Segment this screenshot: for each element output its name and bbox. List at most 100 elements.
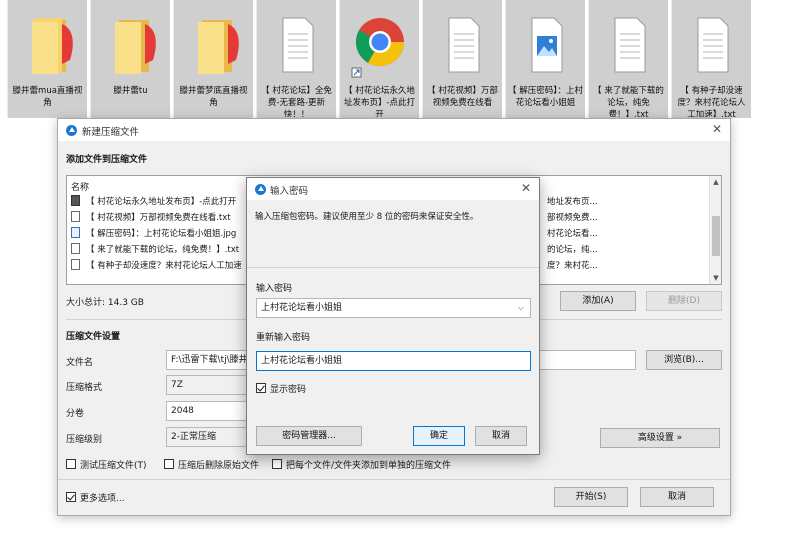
format-select[interactable]: 7Z — [166, 375, 248, 395]
desktop-icon-label: 【 村花论坛永久地址发布页】-点此打开 — [343, 86, 416, 117]
desktop-icon-chrome[interactable]: 【 村花论坛永久地址发布页】-点此打开 — [339, 0, 419, 118]
reenter-password-label: 重新输入密码 — [256, 333, 311, 343]
link-icon — [71, 195, 80, 206]
desktop-icon-label: 滕井蕾tu — [113, 86, 148, 96]
settings-title: 压缩文件设置 — [66, 332, 121, 342]
desktop-icon-label: 滕井蕾梦底直播视角 — [179, 86, 248, 108]
desktop-icon-text-2[interactable]: 【 村花视频】万部视频免费在线看 — [422, 0, 502, 118]
level-label: 压缩级别 — [66, 435, 103, 445]
delete-after-label: 压缩后删除原始文件 — [178, 461, 260, 471]
window-title: 新建压缩文件 — [82, 127, 140, 138]
ok-button[interactable]: 确定 — [413, 426, 465, 446]
desktop-icon-label: 【 有种子却没速度？来村花论坛人工加速】.txt — [677, 86, 746, 117]
list-item-overflow: 部视频免费... — [547, 213, 598, 223]
list-item-name: 【 村花视频】万部视频免费在线看.txt — [86, 213, 231, 223]
chevron-down-icon[interactable]: ⌵ — [518, 299, 524, 317]
dialog-title: 输入密码 — [270, 186, 309, 197]
list-item-overflow: 地址发布页... — [547, 197, 598, 207]
list-item-name: 【 有种子却没速度？来村花论坛人工加速 — [86, 261, 242, 271]
scroll-down-icon[interactable]: ▼ — [710, 272, 722, 284]
enter-password-label: 输入密码 — [256, 284, 293, 294]
text-file-icon — [282, 17, 313, 73]
desktop-icon-label: 滕井蕾mua直播视角 — [12, 86, 83, 108]
format-label: 压缩格式 — [66, 383, 103, 393]
close-icon[interactable]: ✕ — [712, 122, 722, 136]
list-scrollbar[interactable]: ▲ ▼ — [709, 176, 721, 284]
filename-label: 文件名 — [66, 358, 94, 368]
list-item[interactable]: 【 村花论坛永久地址发布页】-点此打开 — [71, 194, 236, 210]
text-file-icon — [697, 17, 728, 73]
total-size: 大小总计: 14.3 GB — [66, 298, 144, 308]
desktop-icon-text-4[interactable]: 【 有种子却没速度？来村花论坛人工加速】.txt — [671, 0, 751, 118]
scroll-up-icon[interactable]: ▲ — [710, 176, 722, 188]
txt-icon — [71, 211, 80, 222]
cancel-button[interactable]: 取消 — [640, 487, 714, 507]
start-button[interactable]: 开始(S) — [554, 487, 628, 507]
more-options-label: 更多选项... — [80, 494, 125, 504]
enter-password-value: 上村花论坛看小姐姐 — [261, 303, 343, 313]
desktop-icon-label: 【 解压密码】：上村花论坛看小姐姐 — [508, 86, 583, 108]
txt-icon — [71, 243, 80, 254]
desktop-icon-folder-3[interactable]: 滕井蕾梦底直播视角 — [173, 0, 253, 118]
folder-icon — [114, 20, 156, 74]
image-file-icon — [531, 17, 562, 73]
scroll-thumb[interactable] — [712, 216, 720, 256]
desktop-icon-label: 【 村花论坛】全免费-无套路-更新快！！ — [261, 86, 332, 117]
text-file-icon — [614, 17, 645, 73]
reenter-password-input[interactable]: 上村花论坛看小姐姐 — [256, 351, 531, 371]
folder-icon — [31, 18, 73, 74]
txt-icon — [71, 259, 80, 270]
desktop-icon-folder-2[interactable]: 滕井蕾tu — [90, 0, 170, 118]
list-item[interactable]: 【 村花视频】万部视频免费在线看.txt — [71, 210, 231, 226]
desktop-icon-folder-1[interactable]: 滕井蕾mua直播视角 — [7, 0, 87, 118]
divider — [58, 479, 730, 480]
desktop-icon-text-1[interactable]: 【 村花论坛】全免费-无套路-更新快！！ — [256, 0, 336, 118]
list-item-name: 【 来了就能下载的论坛，纯免费！】.txt — [86, 245, 240, 255]
advanced-settings-button[interactable]: 高级设置 » — [600, 428, 720, 448]
app-logo-icon — [66, 125, 77, 136]
separate-archives-label: 把每个文件/文件夹添加到单独的压缩文件 — [286, 461, 452, 471]
dialog-cancel-button[interactable]: 取消 — [475, 426, 527, 446]
desktop-icons: 滕井蕾mua直播视角 滕井蕾tu 滕井蕾梦底直播视角 【 村花论坛】全免费-无套… — [0, 0, 800, 120]
show-password-label: 显示密码 — [270, 385, 307, 395]
delete-after-checkbox[interactable] — [164, 459, 174, 469]
password-dialog: 输入密码 ✕ 输入压缩包密码。建议使用至少 8 位的密码来保证安全性。 输入密码… — [246, 177, 540, 455]
app-logo-icon — [255, 184, 266, 195]
desktop-icon-image[interactable]: 【 解压密码】：上村花论坛看小姐姐 — [505, 0, 585, 118]
desktop-icon-text-3[interactable]: 【 来了就能下载的论坛，纯免费！】.txt — [588, 0, 668, 118]
list-item[interactable]: 【 有种子却没速度？来村花论坛人工加速 — [71, 258, 242, 274]
close-icon[interactable]: ✕ — [521, 181, 531, 195]
separate-archives-checkbox[interactable] — [272, 459, 282, 469]
window-titlebar: 新建压缩文件 ✕ — [58, 119, 730, 141]
folder-icon — [197, 20, 239, 74]
browse-button[interactable]: 浏览(B)... — [646, 350, 722, 370]
list-item-name: 【 村花论坛永久地址发布页】-点此打开 — [86, 197, 237, 207]
desktop-icon-label: 【 村花视频】万部视频免费在线看 — [427, 86, 498, 108]
dialog-titlebar: 输入密码 ✕ — [247, 178, 539, 200]
list-item[interactable]: 【 解压密码】：上村花论坛看小姐姐.jpg — [71, 226, 236, 242]
level-select[interactable]: 2-正常压缩 — [166, 427, 248, 447]
list-item[interactable]: 【 来了就能下载的论坛，纯免费！】.txt — [71, 242, 239, 258]
image-icon — [71, 227, 80, 238]
list-item-overflow: 的论坛，纯... — [547, 245, 598, 255]
split-label: 分卷 — [66, 409, 85, 419]
list-item-overflow: 度？来村花... — [547, 261, 598, 271]
section-add-files-title: 添加文件到压缩文件 — [66, 155, 148, 165]
test-archive-checkbox[interactable] — [66, 459, 76, 469]
add-button[interactable]: 添加(A) — [560, 291, 636, 311]
enter-password-input[interactable]: 上村花论坛看小姐姐 ⌵ — [256, 298, 531, 318]
list-header-name: 名称 — [71, 183, 90, 193]
split-input[interactable]: 2048 — [166, 401, 248, 421]
chrome-icon — [351, 18, 404, 78]
level-value: 2-正常压缩 — [171, 432, 216, 442]
desktop-icon-label: 【 来了就能下载的论坛，纯免费！】.txt — [593, 86, 664, 117]
text-file-icon — [448, 17, 479, 73]
delete-button[interactable]: 删除(D) — [646, 291, 722, 311]
show-password-checkbox[interactable] — [256, 383, 266, 393]
dialog-hint: 输入压缩包密码。建议使用至少 8 位的密码来保证安全性。 — [255, 212, 479, 222]
password-manager-button[interactable]: 密码管理器... — [256, 426, 362, 446]
dialog-hint-area: 输入压缩包密码。建议使用至少 8 位的密码来保证安全性。 — [247, 200, 539, 268]
more-options-checkbox[interactable] — [66, 492, 76, 502]
list-item-name: 【 解压密码】：上村花论坛看小姐姐.jpg — [86, 229, 237, 239]
list-item-overflow: 村花论坛看... — [547, 229, 598, 239]
